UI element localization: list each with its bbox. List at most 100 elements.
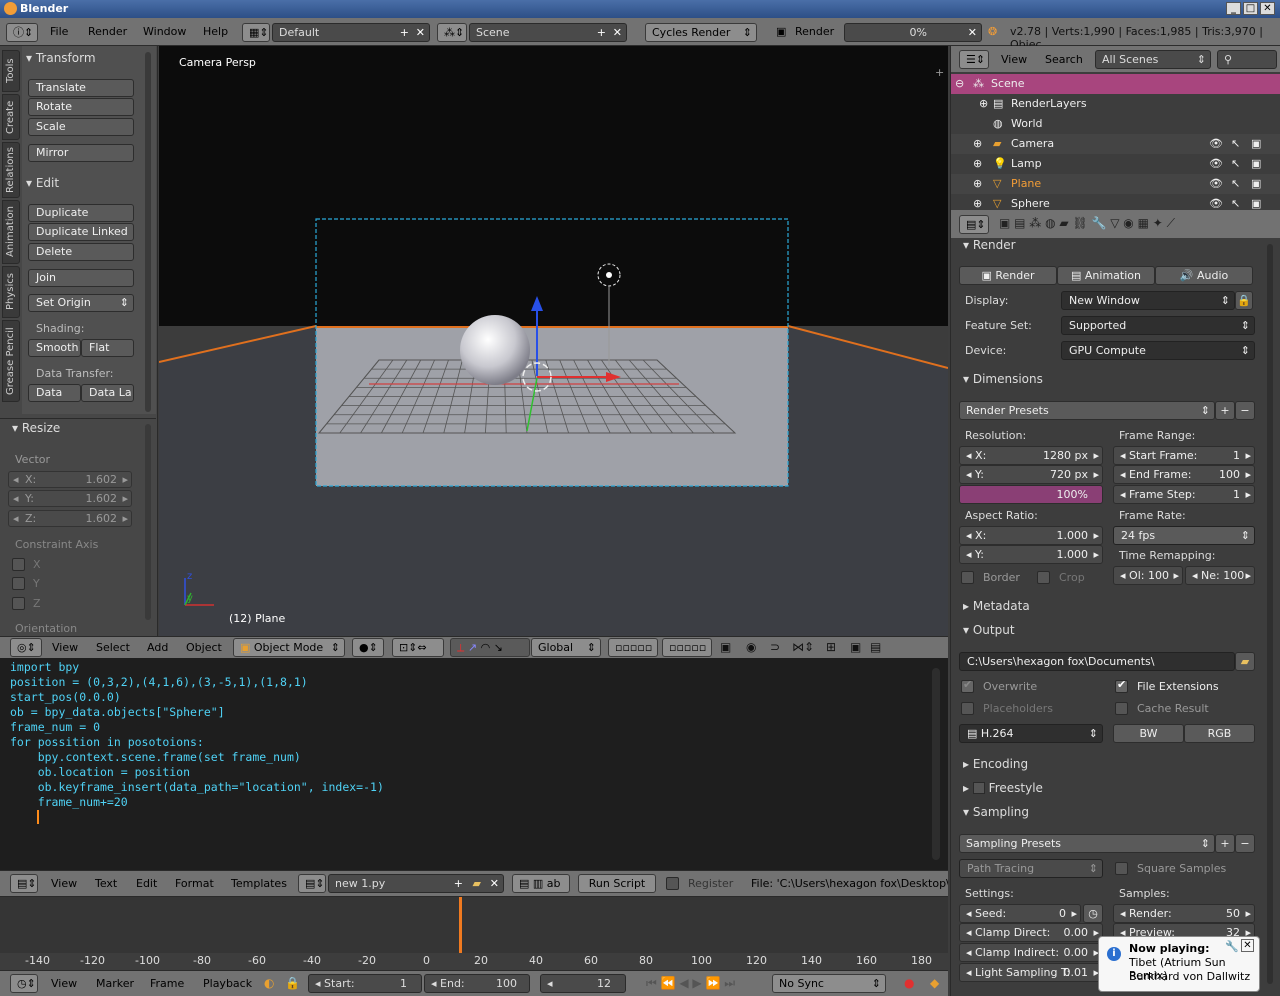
flat-button[interactable]: Flat — [81, 339, 134, 357]
scale-button[interactable]: Scale — [28, 118, 134, 136]
metadata-panel-header[interactable]: ▸ Metadata — [963, 599, 1030, 613]
snap-magnet-icon[interactable]: ⊃ — [770, 640, 780, 654]
resolution-percentage-slider[interactable]: 100% — [959, 485, 1103, 504]
selectable-arrow-icon[interactable]: ↖ — [1231, 154, 1240, 174]
text-editor[interactable]: import bpy position = (0,3,2),(4,1,6),(3… — [0, 658, 948, 870]
collapse-icon[interactable]: ⊖ — [955, 74, 964, 94]
placeholders-checkbox[interactable] — [961, 702, 974, 715]
text-scrollbar[interactable] — [932, 668, 940, 860]
outliner-row-world[interactable]: ◍ World — [951, 114, 1280, 134]
tab-tools[interactable]: Tools — [2, 50, 20, 92]
vector-y-field[interactable]: ◂ Y: 1.602 ▸ — [8, 490, 132, 507]
duplicate-linked-button[interactable]: Duplicate Linked — [28, 223, 134, 241]
rotate-button[interactable]: Rotate — [28, 98, 134, 116]
expand-icon[interactable]: ⊕ — [973, 174, 982, 194]
constraint-y-checkbox[interactable] — [12, 577, 25, 590]
record-icon[interactable]: ● — [904, 976, 914, 990]
editor-type-outliner-button[interactable]: ☰⇕ — [959, 50, 989, 69]
add-preset-icon[interactable]: + — [1215, 401, 1235, 420]
visibility-eye-icon[interactable]: 👁 — [1209, 174, 1223, 194]
end-frame-prop-field[interactable]: ◂ End Frame: 100 ▸ — [1113, 465, 1255, 484]
sync-dropdown[interactable]: No Sync ⇕ — [772, 974, 886, 993]
viewport-plus-icon[interactable]: + — [935, 66, 944, 79]
3d-viewport[interactable]: z y Camera Persp (12) Plane + — [159, 46, 948, 636]
context-tabs-icon[interactable]: ▣ ▤ ⁂ ◍ ▰ ⛓ 🔧 ▽ ◉ ▦ ✦ ⟋ — [999, 216, 1175, 231]
operator-scrollbar[interactable] — [145, 424, 151, 620]
text-datablock-field[interactable]: new 1.py + ▰ ✕ — [328, 874, 504, 893]
aspect-y-field[interactable]: ◂ Y: 1.000 ▸ — [959, 545, 1103, 564]
translate-button[interactable]: Translate — [28, 79, 134, 97]
menu-object[interactable]: Object — [186, 641, 222, 654]
start-frame-prop-field[interactable]: ◂ Start Frame: 1 ▸ — [1113, 446, 1255, 465]
render-presets-dropdown[interactable]: Render Presets ⇕ — [959, 401, 1215, 420]
editor-type-info-button[interactable]: ⓘ⇕ — [6, 23, 38, 42]
dimensions-panel-header[interactable]: ▾ Dimensions — [963, 372, 1043, 386]
encoding-panel-header[interactable]: ▸ Encoding — [963, 757, 1028, 771]
code-line[interactable]: ob = bpy_data.objects["Sphere"] — [10, 705, 225, 720]
set-origin-dropdown[interactable]: Set Origin ⇕ — [28, 294, 134, 312]
resize-panel-header[interactable]: ▾ Resize — [12, 421, 60, 435]
file-format-dropdown[interactable]: ▤ H.264 ⇕ — [959, 724, 1103, 743]
tab-grease-pencil[interactable]: Grease Pencil — [2, 320, 20, 402]
square-samples-checkbox[interactable] — [1115, 862, 1128, 875]
menu-select[interactable]: Select — [96, 641, 130, 654]
menu-view[interactable]: View — [52, 641, 78, 654]
new-text-icon[interactable]: + — [454, 875, 463, 892]
code-line[interactable]: for possition in posotoions: — [10, 735, 204, 750]
feature-set-dropdown[interactable]: Supported ⇕ — [1061, 316, 1255, 335]
file-extensions-checkbox[interactable]: ✔ — [1115, 678, 1128, 693]
transform-orientation-dropdown[interactable]: Global ⇕ — [531, 638, 601, 657]
visibility-eye-icon[interactable]: 👁 — [1209, 134, 1223, 154]
code-line[interactable]: frame_num = 0 — [10, 720, 100, 735]
device-dropdown[interactable]: GPU Compute ⇕ — [1061, 341, 1255, 360]
render-panel-header[interactable]: ▾ Render — [963, 238, 1016, 252]
outliner-row-scene[interactable]: ⊖ ⁂ Scene — [951, 74, 1280, 94]
open-text-icon[interactable]: ▰ — [473, 875, 481, 892]
layer-lock-icon[interactable]: ▣ — [720, 640, 731, 654]
menu-marker[interactable]: Marker — [96, 977, 134, 990]
transform-panel-header[interactable]: ▾ Transform — [26, 51, 96, 65]
expand-icon[interactable]: ⊕ — [979, 94, 988, 114]
run-script-button[interactable]: Run Script — [578, 874, 656, 893]
close-icon[interactable]: ✕ — [1260, 2, 1275, 15]
outliner-row-plane[interactable]: ⊕ ▽ Plane 👁 ↖ ▣ — [951, 174, 1280, 194]
tab-physics[interactable]: Physics — [2, 266, 20, 318]
menu-render[interactable]: Render — [88, 25, 127, 38]
code-line[interactable]: import bpy — [10, 660, 79, 675]
editor-type-properties-button[interactable]: ▤⇕ — [959, 215, 989, 234]
display-mode-dropdown[interactable]: All Scenes ⇕ — [1095, 50, 1211, 69]
render-engine-dropdown[interactable]: Cycles Render ⇕ — [645, 23, 757, 42]
render-audio-button[interactable]: 🔊 Audio — [1155, 266, 1253, 285]
animated-seed-icon[interactable]: ◷ — [1083, 904, 1103, 923]
mirror-button[interactable]: Mirror — [28, 144, 134, 162]
scene-field[interactable]: Scene + ✕ — [469, 23, 627, 42]
seed-field[interactable]: ◂ Seed: 0 ▸ — [959, 904, 1081, 923]
expand-icon[interactable]: ⊕ — [973, 154, 982, 174]
text-browse-icon[interactable]: ▤⇕ — [298, 874, 326, 893]
data-layout-button[interactable]: Data La — [81, 384, 134, 402]
outliner-menu-view[interactable]: View — [1001, 53, 1027, 66]
expand-icon[interactable]: ⊕ — [973, 134, 982, 154]
layers-grid-a[interactable]: ▫▫▫▫▫ — [608, 638, 658, 657]
manipulator-buttons[interactable]: ⟂ ↗ ◠ ↘ — [450, 638, 530, 657]
scene-picker-icon[interactable]: ⁂⇕ — [437, 23, 467, 42]
clamp-indirect-field[interactable]: ◂ Clamp Indirect: 0.00 ▸ — [959, 943, 1103, 962]
resolution-y-field[interactable]: ◂ Y: 720 px ▸ — [959, 465, 1103, 484]
visibility-eye-icon[interactable]: 👁 — [1209, 154, 1223, 174]
end-frame-field[interactable]: ◂ End: 100 — [424, 974, 530, 993]
timeline[interactable]: -140 -120 -100 -80 -60 -40 -20 0 20 40 6… — [0, 896, 948, 970]
layout-picker-icon[interactable]: ▦⇕ — [242, 23, 270, 42]
sampling-panel-header[interactable]: ▾ Sampling — [963, 805, 1029, 819]
menu-timeline-view[interactable]: View — [51, 977, 77, 990]
outliner-search-field[interactable]: ⚲ — [1217, 50, 1277, 69]
frame-rate-dropdown[interactable]: 24 fps ⇕ — [1113, 526, 1255, 545]
opengl-render-icon[interactable]: ▣ — [850, 640, 861, 654]
text-display-toggles[interactable]: ▤ ▥ ab — [512, 874, 570, 893]
lock-range-icon[interactable]: 🔒 — [285, 976, 300, 990]
sphere-object[interactable] — [460, 315, 530, 385]
aspect-x-field[interactable]: ◂ X: 1.000 ▸ — [959, 526, 1103, 545]
integrator-dropdown[interactable]: Path Tracing ⇕ — [959, 859, 1103, 878]
freestyle-panel-header[interactable]: ▸ Freestyle — [963, 781, 1043, 795]
menu-text[interactable]: Text — [95, 877, 117, 890]
start-frame-field[interactable]: ◂ Start: 1 — [308, 974, 422, 993]
